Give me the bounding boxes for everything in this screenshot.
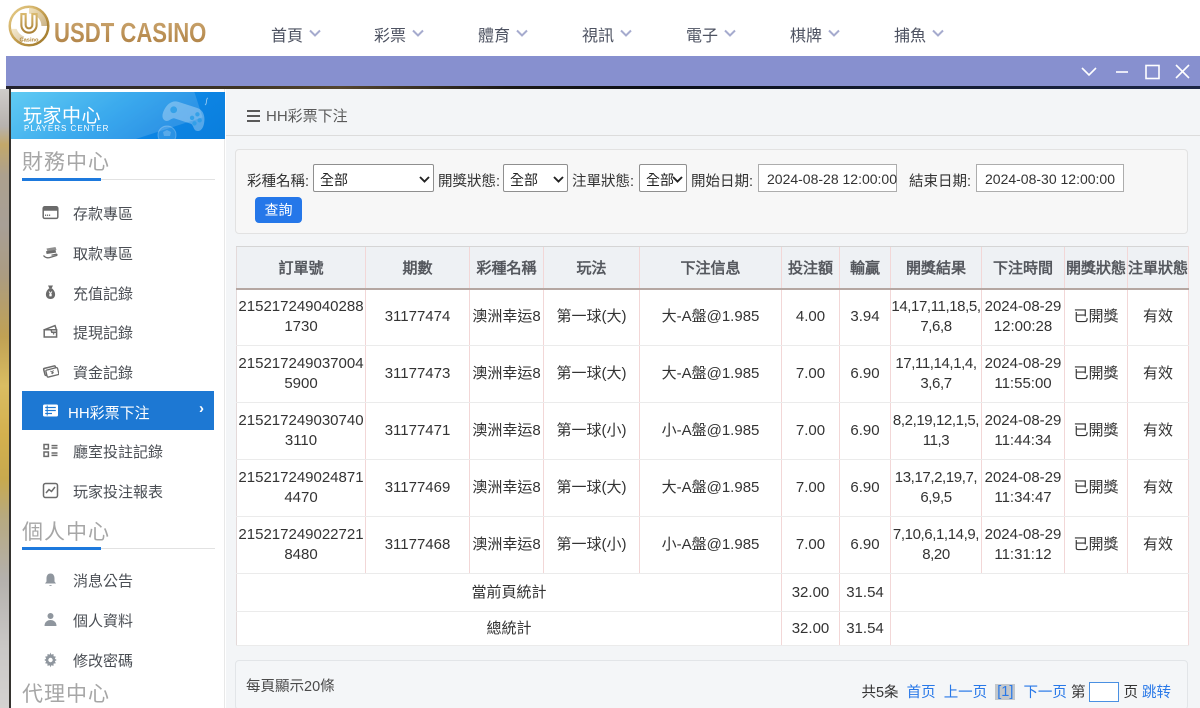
svg-text:Casino: Casino	[19, 38, 39, 44]
